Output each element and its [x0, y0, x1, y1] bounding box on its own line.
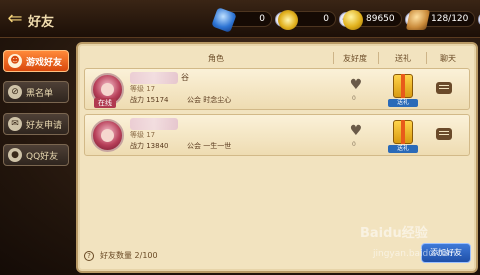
affinity-value: 0 — [352, 141, 356, 148]
tab-game-friends[interactable]: ☻ 游戏好友 — [3, 50, 69, 72]
friend-count: ? 好友数量 2/100 — [84, 250, 158, 261]
tab-label: 好友申请 — [26, 120, 63, 131]
avatar-face — [101, 129, 114, 142]
tab-label: QQ好友 — [26, 151, 59, 162]
tab-qq-friends[interactable]: ● QQ好友 — [3, 144, 69, 166]
player-level: 等级 17 — [130, 85, 156, 93]
avatar[interactable] — [91, 119, 124, 152]
gold-coin-icon — [343, 10, 363, 30]
back-arrow-icon[interactable]: ⇐ — [4, 8, 26, 30]
swirl-icon — [278, 10, 298, 30]
online-status-badge: 在线 — [94, 98, 116, 108]
top-bar: ⇐ 好友 0 + 0 + 89650 + 128/120 + — [0, 0, 480, 38]
table-header: 角色 友好度 送礼 聊天 — [84, 50, 470, 66]
blurred-player-name — [130, 118, 178, 130]
gift-box-icon[interactable] — [393, 120, 413, 144]
tab-friend-requests[interactable]: ✉ 好友申请 — [3, 113, 69, 135]
player-guild: 公会 时念尘心 — [187, 96, 232, 104]
baidu-watermark: Baidu经验 — [360, 226, 428, 241]
info-icon[interactable]: ? — [84, 250, 94, 261]
column-header-role: 角色 — [208, 54, 224, 63]
column-header-chat: 聊天 — [440, 54, 456, 63]
player-guild: 公会 一生一世 — [187, 142, 232, 150]
stamina-counter: 128/120 + — [405, 10, 480, 30]
tab-blacklist[interactable]: ⊘ 黑名单 — [3, 81, 69, 103]
column-header-gift: 送礼 — [395, 54, 411, 63]
chat-icon[interactable] — [436, 128, 452, 140]
table-row[interactable]: 等级 17 战力 13840 公会 一生一世 ♥ 0 送礼 — [84, 114, 470, 156]
watermark-url: jingyan.baidu.com — [373, 249, 457, 259]
tab-label: 游戏好友 — [26, 57, 63, 68]
friends-icon: ☻ — [8, 54, 22, 68]
player-name-tail: 谷 — [181, 73, 189, 82]
request-icon: ✉ — [8, 117, 22, 131]
page-title: 好友 — [28, 15, 55, 30]
blurred-player-name — [130, 72, 178, 84]
player-power: 战力 13840 — [130, 142, 169, 150]
player-power: 战力 15174 — [130, 96, 169, 104]
chat-icon[interactable] — [436, 82, 452, 94]
tab-label: 黑名单 — [26, 88, 54, 99]
friend-count-text: 好友数量 2/100 — [100, 251, 158, 260]
heart-icon: ♥ — [349, 77, 363, 93]
table-row[interactable]: 在线 谷 等级 17 战力 15174 公会 时念尘心 ♥ 0 送礼 — [84, 68, 470, 110]
send-gift-button[interactable]: 送礼 — [388, 99, 418, 107]
player-level: 等级 17 — [130, 131, 156, 139]
gift-box-icon[interactable] — [393, 74, 413, 98]
heart-icon: ♥ — [349, 123, 363, 139]
send-gift-button[interactable]: 送礼 — [388, 145, 418, 153]
affinity-value: 0 — [352, 95, 356, 102]
stamina-icon — [405, 10, 431, 30]
avatar-face — [101, 83, 114, 96]
avatar[interactable]: 在线 — [91, 73, 124, 108]
column-header-affinity: 友好度 — [343, 54, 367, 63]
qq-icon: ● — [8, 148, 22, 162]
block-icon: ⊘ — [8, 85, 22, 99]
